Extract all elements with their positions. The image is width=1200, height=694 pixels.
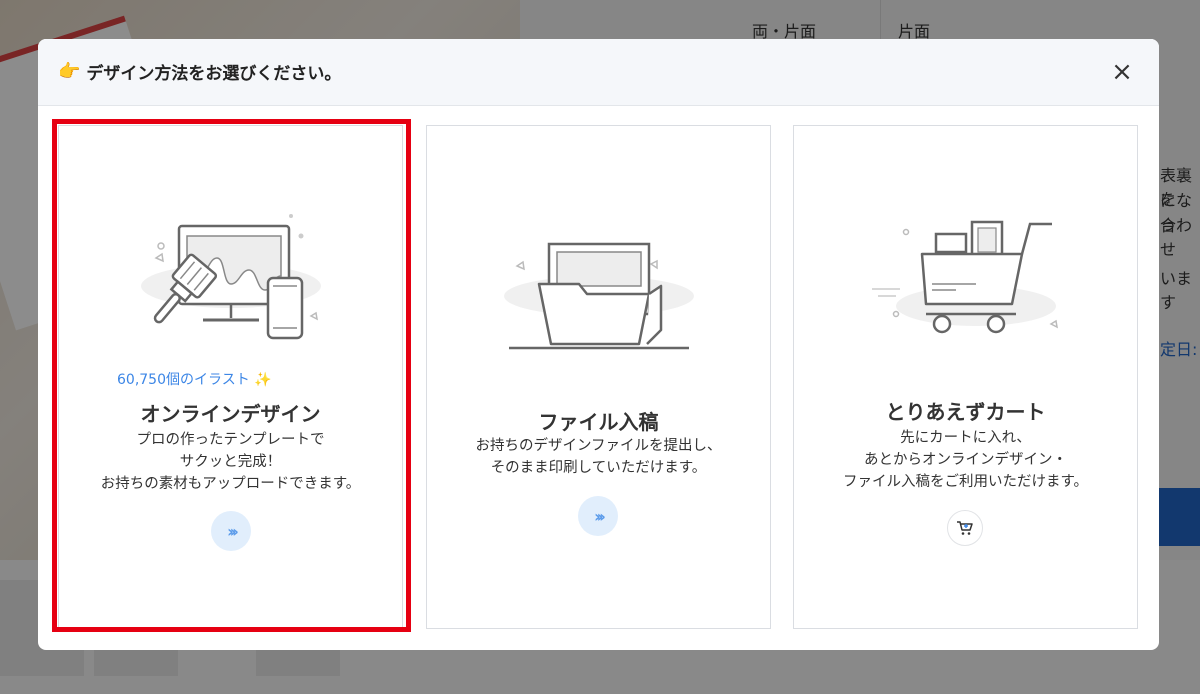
add-to-cart-button[interactable] — [947, 510, 983, 546]
modal-title-text: デザイン方法をお選びください。 — [86, 64, 342, 84]
card-description: プロの作ったテンプレートで サクッと完成！ お持ちの素材もアップロードできます。 — [59, 429, 402, 495]
option-card-file-upload[interactable]: ファイル入稿 お持ちのデザインファイルを提出し、 そのまま印刷していただけます。… — [426, 125, 771, 629]
option-card-online-design[interactable]: 60,750個のイラスト ✨ オンラインデザイン プロの作ったテンプレートで サ… — [58, 125, 403, 629]
illustration-count-badge: 60,750個のイラスト ✨ — [59, 369, 402, 389]
card-description-line: お持ちの素材もアップロードできます。 — [100, 476, 361, 492]
card-title: オンラインデザイン — [140, 402, 321, 426]
card-description: お持ちのデザインファイルを提出し、 そのまま印刷していただけます。 — [427, 435, 770, 479]
sparkle-icon: ✨ — [254, 372, 272, 388]
close-button[interactable]: × — [1107, 57, 1137, 87]
design-method-modal: 👉 デザイン方法をお選びください。 × 60,750個のイラスト ✨ オンライン… — [38, 39, 1159, 650]
cart-illustration — [794, 214, 1137, 354]
card-description-line: あとからオンラインデザイン・ — [864, 452, 1067, 468]
card-description-line: サクッと完成！ — [179, 454, 282, 470]
file-upload-illustration — [427, 226, 770, 356]
card-title: とりあえずカート — [885, 400, 1046, 424]
card-description: 先にカートに入れ、 あとからオンラインデザイン・ ファイル入稿をご利用いただけま… — [794, 427, 1137, 493]
option-card-cart-first[interactable]: とりあえずカート 先にカートに入れ、 あとからオンラインデザイン・ ファイル入稿… — [793, 125, 1138, 629]
card-description-line: プロの作ったテンプレートで — [136, 432, 325, 448]
modal-title: 👉 デザイン方法をお選びください。 — [58, 59, 341, 84]
chevrons-right-icon: ››› — [227, 521, 239, 541]
illustration-count-text: 60,750個のイラスト — [117, 372, 250, 388]
online-design-illustration — [59, 206, 402, 346]
card-description-line: 先にカートに入れ、 — [900, 430, 1031, 446]
proceed-button[interactable]: ››› — [211, 511, 251, 551]
card-title: ファイル入稿 — [538, 410, 659, 434]
card-description-line: ファイル入稿をご利用いただけます。 — [842, 474, 1089, 490]
chevrons-right-icon: ››› — [594, 506, 606, 526]
modal-header: 👉 デザイン方法をお選びください。 × — [38, 39, 1159, 106]
card-description-line: そのまま印刷していただけます。 — [490, 460, 707, 476]
proceed-button[interactable]: ››› — [578, 496, 618, 536]
cart-add-icon — [957, 521, 973, 535]
pointing-hand-icon: 👉 — [58, 61, 81, 82]
card-description-line: お持ちのデザインファイルを提出し、 — [475, 438, 722, 454]
